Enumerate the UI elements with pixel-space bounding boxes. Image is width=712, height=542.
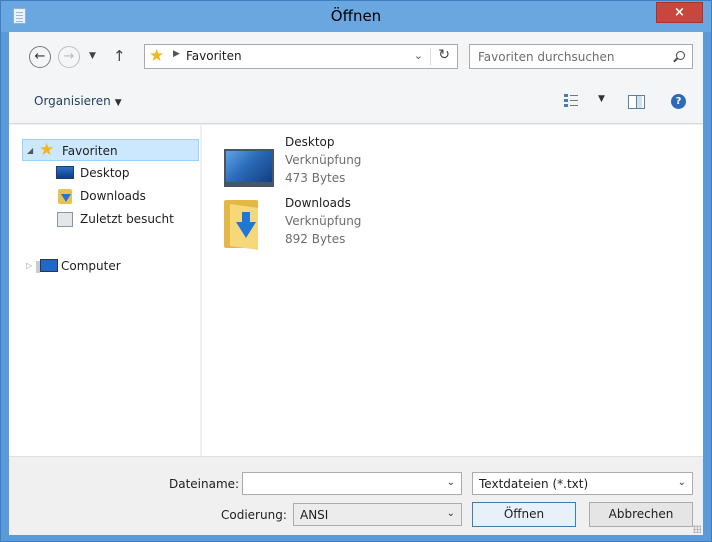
- file-list: Desktop Verknüpfung 473 Bytes Downloads …: [202, 125, 703, 456]
- chevron-down-icon[interactable]: ⌄: [447, 477, 455, 488]
- nav-item-desktop[interactable]: Desktop: [56, 162, 196, 184]
- window-title: Öffnen: [330, 7, 382, 25]
- chevron-down-icon: ▼: [114, 98, 122, 108]
- navigation-bar: ← → ▼ ↑ ★ ▶ Favoriten ⌄ ↻: [9, 32, 703, 80]
- recent-locations-button[interactable]: ▼: [89, 51, 96, 61]
- up-button[interactable]: ↑: [113, 47, 126, 65]
- open-dialog: Öffnen × ← → ▼ ↑ ★ ▶ Favoriten ⌄ ↻ Favor…: [0, 0, 712, 542]
- file-type-select[interactable]: Textdateien (*.txt) ⌄: [472, 472, 693, 495]
- file-item-desktop[interactable]: Desktop Verknüpfung 473 Bytes: [222, 135, 422, 197]
- back-arrow-icon: ←: [34, 49, 46, 64]
- file-size: 892 Bytes: [285, 232, 346, 246]
- search-icon[interactable]: [676, 51, 685, 60]
- encoding-label: Codierung:: [221, 508, 287, 522]
- nav-favorites[interactable]: ◢ ★ Favoriten: [22, 139, 199, 161]
- file-type-value: Textdateien (*.txt): [479, 477, 589, 491]
- recent-places-icon: [57, 212, 73, 227]
- open-button[interactable]: Öffnen: [472, 502, 576, 527]
- star-icon: ★: [149, 46, 165, 66]
- computer-icon: [36, 259, 58, 273]
- file-selection-area: Dateiname: ⌄ Textdateien (*.txt) ⌄ Codie…: [9, 456, 703, 535]
- search-input[interactable]: [476, 48, 656, 65]
- up-arrow-icon: ↑: [113, 47, 126, 65]
- nav-computer-label: Computer: [61, 259, 121, 273]
- downloads-folder-icon: [224, 200, 258, 250]
- file-type: Verknüpfung: [285, 153, 362, 167]
- view-options-icon[interactable]: [564, 93, 578, 109]
- address-divider: [430, 48, 431, 65]
- organize-label: Organisieren: [34, 94, 111, 108]
- file-name: Desktop: [285, 135, 335, 149]
- desktop-icon: [56, 166, 74, 179]
- star-icon: ★: [39, 140, 55, 160]
- expanded-arrow-icon[interactable]: ◢: [27, 140, 33, 162]
- organize-menu-button[interactable]: Organisieren ▼: [34, 94, 122, 108]
- nav-item-label: Zuletzt besucht: [80, 212, 174, 226]
- desktop-shortcut-icon: [224, 149, 274, 187]
- file-item-downloads[interactable]: Downloads Verknüpfung 892 Bytes: [222, 196, 422, 258]
- filename-label: Dateiname:: [169, 477, 240, 491]
- filename-combo[interactable]: ⌄: [242, 472, 462, 495]
- nav-favorites-label: Favoriten: [62, 144, 118, 158]
- file-type: Verknüpfung: [285, 214, 362, 228]
- back-button[interactable]: ←: [29, 46, 51, 68]
- help-icon[interactable]: ?: [671, 94, 686, 109]
- resize-grip[interactable]: [693, 525, 701, 533]
- close-button[interactable]: ×: [656, 2, 703, 23]
- collapsed-arrow-icon[interactable]: ▷: [26, 255, 32, 277]
- nav-item-label: Downloads: [80, 189, 146, 203]
- nav-computer[interactable]: ▷ Computer: [22, 255, 199, 277]
- downloads-folder-icon: [58, 189, 72, 204]
- breadcrumb-separator-icon[interactable]: ▶: [173, 49, 180, 59]
- chevron-down-icon[interactable]: ⌄: [447, 508, 455, 519]
- file-name: Downloads: [285, 196, 351, 210]
- preview-pane-icon[interactable]: [628, 95, 645, 109]
- nav-item-downloads[interactable]: Downloads: [56, 185, 196, 207]
- navigation-pane: ◢ ★ Favoriten Desktop Downloads Zuletzt …: [9, 125, 201, 456]
- encoding-select[interactable]: ANSI ⌄: [293, 503, 462, 526]
- forward-button[interactable]: →: [58, 46, 80, 68]
- file-size: 473 Bytes: [285, 171, 346, 185]
- nav-item-recent[interactable]: Zuletzt besucht: [56, 208, 196, 230]
- search-box[interactable]: [469, 44, 693, 69]
- dialog-body: ← → ▼ ↑ ★ ▶ Favoriten ⌄ ↻ Organisieren▼: [9, 32, 703, 535]
- forward-arrow-icon: →: [63, 49, 75, 64]
- view-chevron-down-icon[interactable]: ▼: [598, 94, 605, 104]
- address-history-chevron-icon[interactable]: ⌄: [414, 49, 423, 62]
- breadcrumb-favoriten[interactable]: Favoriten: [186, 49, 242, 63]
- command-bar: Organisieren ▼ ▼ ?: [9, 80, 703, 124]
- cancel-button[interactable]: Abbrechen: [589, 502, 693, 527]
- encoding-value: ANSI: [300, 508, 329, 522]
- nav-item-label: Desktop: [80, 166, 130, 180]
- title-bar[interactable]: Öffnen ×: [1, 1, 711, 32]
- chevron-down-icon[interactable]: ⌄: [678, 477, 686, 488]
- address-bar[interactable]: ★ ▶ Favoriten ⌄ ↻: [144, 44, 458, 69]
- refresh-icon[interactable]: ↻: [438, 47, 450, 63]
